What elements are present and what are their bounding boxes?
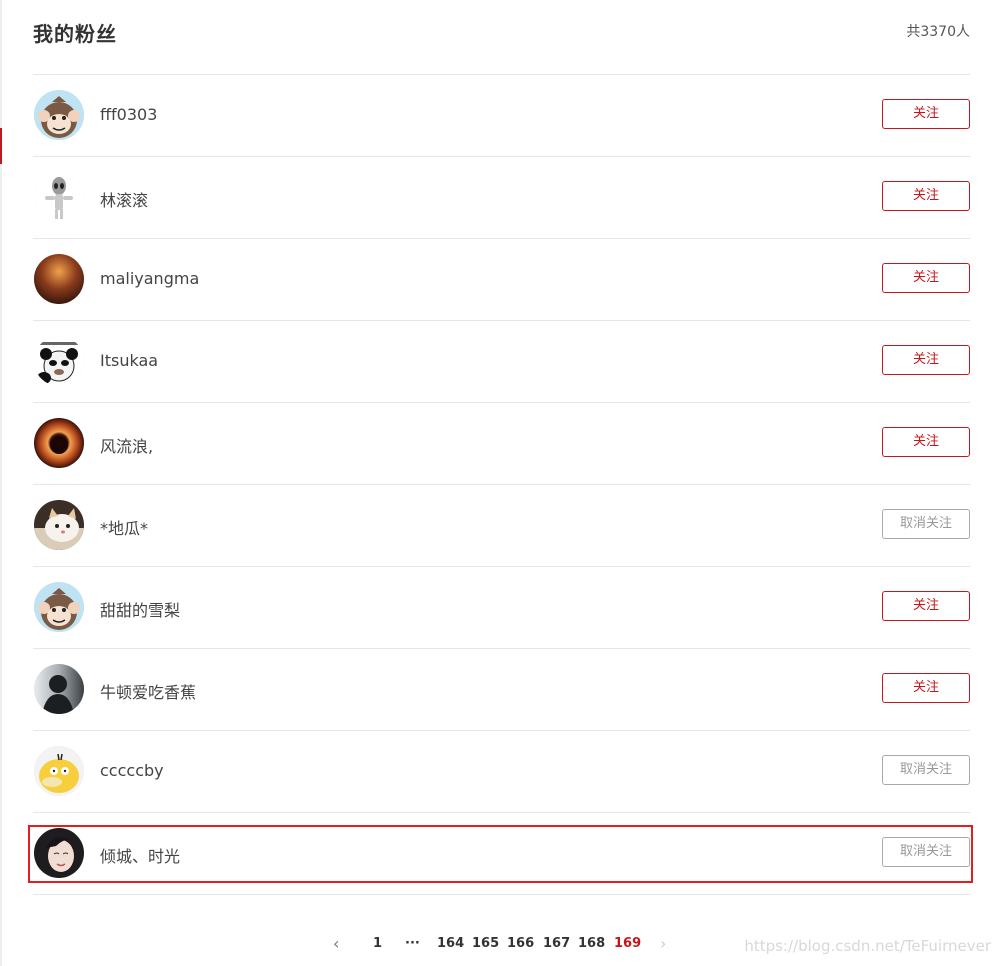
fan-row: 风流浪, 关注 <box>33 403 970 485</box>
sidebar-active-indicator <box>0 128 2 164</box>
fan-row: maliyangma 关注 <box>33 239 970 321</box>
follow-button[interactable]: 关注 <box>882 99 970 129</box>
fan-name[interactable]: Itsukaa <box>100 351 158 370</box>
fan-row: Itsukaa 关注 <box>33 321 970 403</box>
unfollow-button[interactable]: 取消关注 <box>882 755 970 785</box>
fan-row: 林滚滚 关注 <box>33 157 970 239</box>
fan-row: 甜甜的雪梨 关注 <box>33 567 970 649</box>
page-link[interactable]: 164 <box>437 933 464 955</box>
alien-avatar-icon[interactable] <box>34 172 84 222</box>
follow-button[interactable]: 关注 <box>882 427 970 457</box>
fan-row: fff0303 关注 <box>33 75 970 157</box>
fan-name[interactable]: *地瓜* <box>100 515 148 539</box>
pagination-ellipsis: ··· <box>405 933 420 955</box>
follow-button[interactable]: 关注 <box>882 181 970 211</box>
page-link-first[interactable]: 1 <box>373 933 382 955</box>
watermark-text: https://blog.csdn.net/TeFuirnever <box>744 937 991 955</box>
page-link[interactable]: 165 <box>472 933 499 955</box>
chevron-right-icon[interactable]: › <box>660 933 666 955</box>
fan-row: cccccby 取消关注 <box>33 731 970 813</box>
follow-button[interactable]: 关注 <box>882 591 970 621</box>
fans-list: fff0303 关注 林滚滚 关注 <box>33 75 970 895</box>
fan-row: *地瓜* 取消关注 <box>33 485 970 567</box>
silhouette-avatar-icon[interactable] <box>34 664 84 714</box>
fan-name[interactable]: 甜甜的雪梨 <box>100 597 180 621</box>
follow-button[interactable]: 关注 <box>882 263 970 293</box>
follow-button[interactable]: 关注 <box>882 673 970 703</box>
page-title: 我的粉丝 <box>33 18 117 47</box>
fan-name[interactable]: maliyangma <box>100 269 199 288</box>
fan-name[interactable]: cccccby <box>100 761 164 780</box>
unfollow-button[interactable]: 取消关注 <box>882 837 970 867</box>
fan-name[interactable]: 牛顿爱吃香蕉 <box>100 679 196 703</box>
girl-portrait-avatar-icon[interactable] <box>34 828 84 878</box>
fans-total-count: 共3370人 <box>906 21 970 41</box>
fan-name[interactable]: fff0303 <box>100 105 157 124</box>
chevron-left-icon[interactable]: ‹ <box>333 933 339 955</box>
fan-name[interactable]: 风流浪, <box>100 433 153 457</box>
fan-row: 倾城、时光 取消关注 <box>33 813 970 895</box>
page-link-current[interactable]: 169 <box>614 933 641 955</box>
monkey-avatar-icon[interactable] <box>34 582 84 632</box>
fans-header: 我的粉丝 共3370人 <box>33 0 970 75</box>
fan-name[interactable]: 倾城、时光 <box>100 843 180 867</box>
sunset-avatar-icon[interactable] <box>34 254 84 304</box>
fan-name[interactable]: 林滚滚 <box>100 187 148 211</box>
page-link[interactable]: 168 <box>578 933 605 955</box>
monkey-avatar-icon[interactable] <box>34 90 84 140</box>
fans-page: 我的粉丝 共3370人 fff0303 关注 <box>0 0 999 966</box>
unfollow-button[interactable]: 取消关注 <box>882 509 970 539</box>
page-link[interactable]: 167 <box>543 933 570 955</box>
psyduck-avatar-icon[interactable] <box>34 746 84 796</box>
fan-row: 牛顿爱吃香蕉 关注 <box>33 649 970 731</box>
cat-avatar-icon[interactable] <box>34 500 84 550</box>
panda-meme-avatar-icon[interactable] <box>34 336 84 386</box>
tunnel-light-avatar-icon[interactable] <box>34 418 84 468</box>
page-link[interactable]: 166 <box>507 933 534 955</box>
follow-button[interactable]: 关注 <box>882 345 970 375</box>
